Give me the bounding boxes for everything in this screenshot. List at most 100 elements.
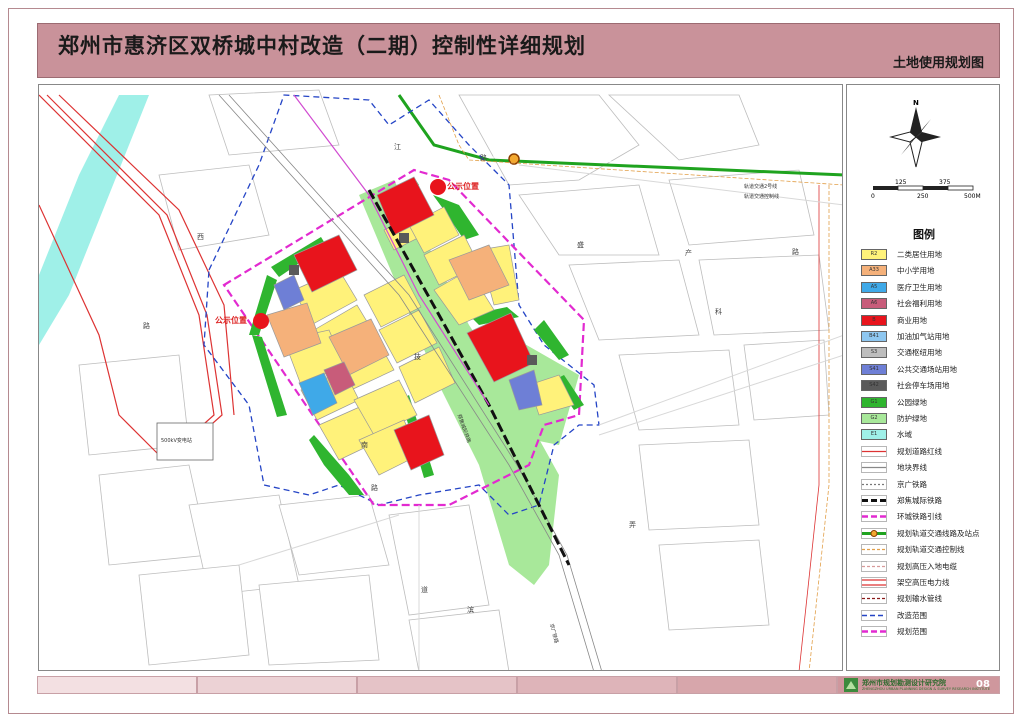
road-label: 产 <box>685 249 692 257</box>
river-water <box>39 95 149 345</box>
page-number: 08 <box>976 679 990 690</box>
land-use-map[interactable]: 公示位置 公示位置 500kV变电站 轨道交通2号线 轨道交通控制线 郑焦城际铁… <box>38 84 843 671</box>
legend-swatch: G2 <box>861 413 887 424</box>
legend-label: 规划轨道交通线路及站点 <box>897 528 980 538</box>
legend-label: 地块界线 <box>897 463 927 473</box>
legend-swatch <box>861 560 887 572</box>
scale-bar <box>873 185 974 191</box>
scale-label: 375 <box>939 179 951 186</box>
legend-label: 架空高压电力线 <box>897 578 950 587</box>
legend-line-icon <box>861 626 887 637</box>
legend-label: 交通枢纽用地 <box>897 348 942 358</box>
legend-line-icon <box>861 577 887 588</box>
legend-label: 公园绿地 <box>897 397 927 407</box>
legend-line-icon <box>861 609 887 621</box>
legend-swatch: B <box>861 314 887 326</box>
legend-item: S42 社会停车场用地 <box>861 380 1001 394</box>
legend-swatch: R2 <box>861 249 887 260</box>
legend-title: 图例 <box>913 228 935 241</box>
legend-item: 环城铁路引线 <box>861 511 1001 525</box>
legend-item: S41 公共交通场站用地 <box>861 363 1001 378</box>
legend-swatch: A5 <box>861 281 887 293</box>
legend-item: 规划范围 <box>861 626 1001 640</box>
legend-swatch <box>861 495 887 506</box>
legend-item: 规划道路红线 <box>861 445 1001 460</box>
page-title: 郑州市惠济区双桥城中村改造（二期）控制性详细规划 <box>58 34 586 58</box>
legend-item: 规划轨道交通线路及站点 <box>861 527 1001 542</box>
legend-swatch <box>861 511 887 523</box>
legend-label: 加油加气站用地 <box>897 332 950 341</box>
road-label: 路 <box>792 248 799 256</box>
legend-line-icon <box>861 560 887 572</box>
legend-item: 郑焦城际铁路 <box>861 495 1001 509</box>
legend-label: 规划道路红线 <box>897 446 942 456</box>
legend-item: 规划高压入地电缆 <box>861 560 1001 575</box>
legend-label: 二类居住用地 <box>897 250 942 259</box>
legend-swatch: A6 <box>861 298 887 310</box>
drawing-subtitle: 土地使用规划图 <box>892 56 984 71</box>
legend-swatch: G1 <box>861 396 887 408</box>
road-label: 滨 <box>467 606 474 614</box>
legend-line-icon <box>861 593 887 605</box>
legend-item: G1 公园绿地 <box>861 396 1001 411</box>
legend-swatch <box>861 626 887 637</box>
legend-item: 京广铁路 <box>861 478 1001 493</box>
bus-station-block <box>273 274 305 311</box>
legend-item: A5 医疗卫生用地 <box>861 281 1001 296</box>
road-label: 江 <box>394 143 401 151</box>
notice-marker-2[interactable] <box>253 313 269 329</box>
legend-swatch: S42 <box>861 380 887 392</box>
legend-swatch <box>861 445 887 457</box>
legend-label: 规划轨道交通控制线 <box>897 545 965 555</box>
legend-line-icon <box>861 527 887 539</box>
legend-line-icon <box>861 445 887 457</box>
legend-line-icon <box>861 478 887 490</box>
substation-label: 500kV变电站 <box>161 438 192 444</box>
scale-label: 125 <box>895 179 907 186</box>
legend-item: 地块界线 <box>861 462 1001 476</box>
legend-label: 防护绿地 <box>897 414 927 423</box>
legend-panel: N 125 375 0 250 500M 图例 R2 二类居住用地 A33 中小学用地… <box>846 84 1000 671</box>
road-label: 盛 <box>577 241 584 249</box>
legend-item: B41 加油加气站用地 <box>861 331 1001 345</box>
legend-swatch: S41 <box>861 363 887 375</box>
legend-label: 郑焦城际铁路 <box>897 496 942 505</box>
legend-label: 商业用地 <box>897 315 927 325</box>
transit-note-1: 轨道交通2号线 <box>744 184 778 190</box>
scale-label: 250 <box>917 193 929 200</box>
legend-item: E1 水域 <box>861 429 1001 443</box>
notice-label-2: 公示位置 <box>215 316 247 325</box>
legend-label: 水域 <box>897 430 912 440</box>
legend-swatch: S3 <box>861 347 887 359</box>
legend-label: 规划范围 <box>897 627 927 637</box>
legend-item: 规划输水管线 <box>861 593 1001 607</box>
road-label: 路 <box>480 154 487 162</box>
institute-name-en: ZHENGZHOU URBAN PLANNING DESIGN & SURVEY… <box>862 687 991 691</box>
legend-label: 中小学用地 <box>897 266 935 276</box>
legend-item: 规划轨道交通控制线 <box>861 544 1001 558</box>
legend-label: 社会福利用地 <box>897 299 942 309</box>
legend-swatch <box>861 609 887 621</box>
transit-note-2: 轨道交通控制线 <box>744 194 780 200</box>
legend-label: 规划输水管线 <box>897 594 942 604</box>
legend-item: G2 防护绿地 <box>861 413 1001 427</box>
legend-swatch: B41 <box>861 331 887 342</box>
notice-location-icon <box>253 313 269 329</box>
legend-item: R2 二类居住用地 <box>861 249 1001 263</box>
parking-block <box>289 265 299 275</box>
road-label: 弄 <box>629 521 636 529</box>
legend-swatch <box>861 544 887 555</box>
notice-marker-1[interactable] <box>430 179 446 195</box>
legend-swatch: E1 <box>861 429 887 441</box>
legend-item: A6 社会福利用地 <box>861 298 1001 312</box>
legend-line-icon <box>861 544 887 555</box>
legend-line-icon <box>861 462 887 473</box>
legend-item: S3 交通枢纽用地 <box>861 347 1001 361</box>
legend-line-icon <box>861 511 887 523</box>
legend-label: 医疗卫生用地 <box>897 282 942 292</box>
legend-label: 环城铁路引线 <box>897 512 942 522</box>
legend-swatch <box>861 527 887 539</box>
transit-station-icon <box>508 153 520 165</box>
road-label: 路 <box>371 484 378 492</box>
legend-item: B 商业用地 <box>861 314 1001 329</box>
